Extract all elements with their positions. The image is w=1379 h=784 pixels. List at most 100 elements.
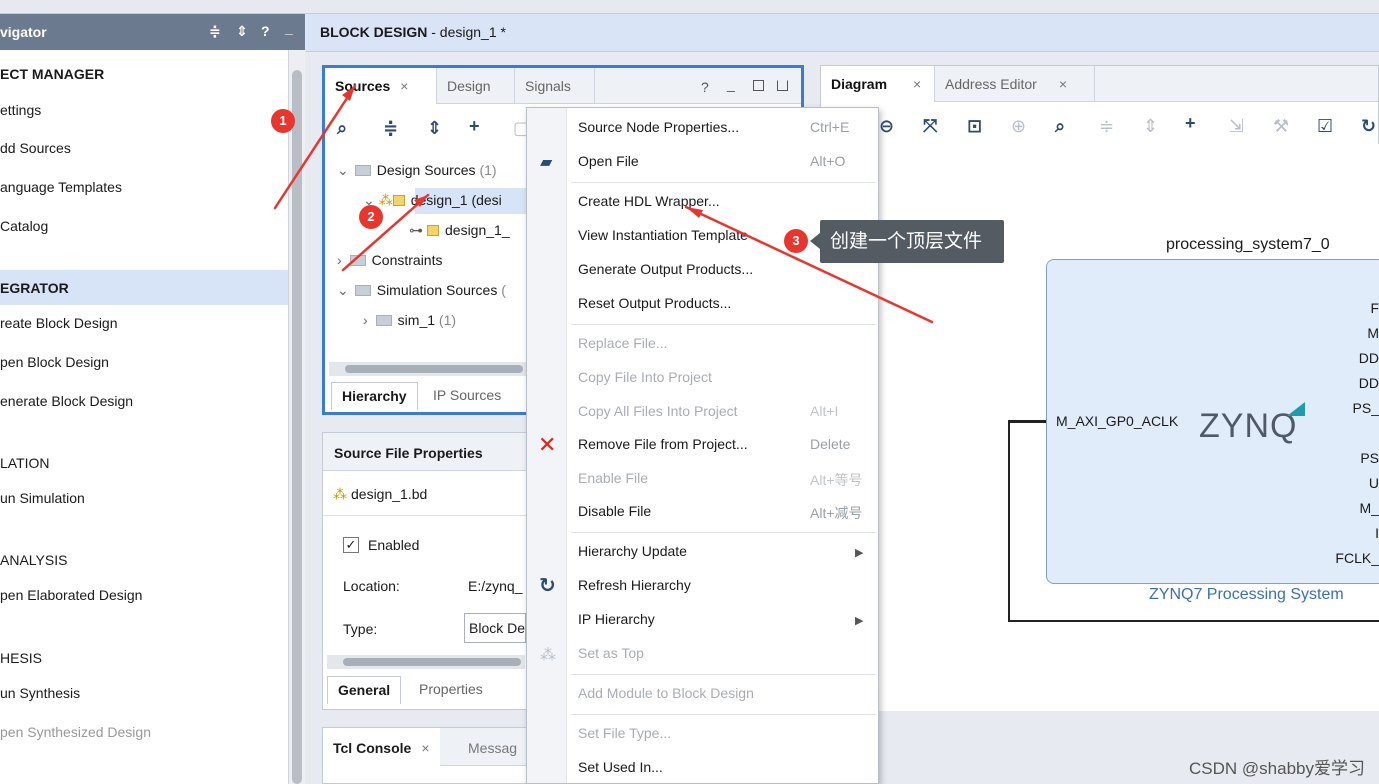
navigator-scrollbar[interactable]	[288, 50, 305, 784]
enabled-checkbox[interactable]: ✓	[343, 537, 359, 553]
add-icon[interactable]: +	[469, 116, 480, 137]
nav-item-open-block-design[interactable]: pen Block Design	[0, 354, 109, 370]
nav-item-add-sources[interactable]: dd Sources	[0, 140, 71, 156]
collapse-all-icon[interactable]: ≑	[383, 118, 398, 139]
tree-design-1[interactable]: ⌄ ⁂ design_1 (desi	[363, 192, 502, 209]
nav-item-create-block-design[interactable]: reate Block Design	[0, 315, 118, 331]
close-icon[interactable]: ×	[1059, 76, 1067, 92]
wrench-icon[interactable]: ⚒	[1273, 116, 1289, 137]
nav-item-open-synthesized-design[interactable]: pen Synthesized Design	[0, 724, 151, 740]
menu-item-set-file-type[interactable]: Set File Type...	[578, 725, 671, 741]
collapse-icon[interactable]: ≑	[209, 23, 221, 40]
port-right[interactable]: DD	[1359, 375, 1379, 391]
type-select[interactable]: Block De	[464, 613, 526, 643]
search-icon[interactable]: ⌕	[1055, 116, 1065, 137]
menu-item-open-file[interactable]: Open File	[578, 153, 639, 169]
port-m-axi-gp0-aclk[interactable]: M_AXI_GP0_ACLK	[1056, 413, 1178, 429]
tree-constraints[interactable]: › Constraints	[337, 252, 442, 268]
port-right[interactable]: PS	[1360, 450, 1379, 466]
tab-signals[interactable]: Signals	[515, 68, 595, 104]
nav-section-synthesis[interactable]: HESIS	[0, 650, 42, 666]
minimize-icon[interactable]: _	[727, 76, 735, 92]
menu-item-create-hdl-wrapper[interactable]: Create HDL Wrapper...	[578, 193, 720, 209]
nav-section-project-manager[interactable]: ECT MANAGER	[0, 66, 104, 82]
tab-properties[interactable]: Properties	[409, 676, 493, 704]
menu-item-ip-hierarchy[interactable]: IP Hierarchy	[578, 611, 655, 627]
help-icon[interactable]: ?	[701, 79, 709, 95]
tab-sources[interactable]: Sources ×	[325, 68, 437, 104]
tab-hierarchy[interactable]: Hierarchy	[331, 382, 418, 410]
menu-item-copy-all-files-into-project[interactable]: Copy All Files Into Project	[578, 403, 738, 419]
close-icon[interactable]: ×	[400, 78, 408, 94]
nav-item-run-simulation[interactable]: un Simulation	[0, 490, 85, 506]
port-right[interactable]: I	[1375, 525, 1379, 541]
tab-design[interactable]: Design	[437, 68, 515, 104]
nav-item-ip-catalog[interactable]: Catalog	[0, 218, 48, 234]
refresh-icon[interactable]: ↻	[1361, 116, 1376, 137]
tree-design-sources[interactable]: ⌄ Design Sources (1)	[337, 162, 497, 179]
search-icon[interactable]: ⌕	[337, 118, 347, 139]
port-right[interactable]: M_	[1360, 500, 1379, 516]
port-right[interactable]: DD	[1359, 350, 1379, 366]
help-icon[interactable]: ?	[261, 23, 270, 39]
menu-item-view-instantiation-template[interactable]: View Instantiation Template	[578, 227, 748, 243]
close-icon[interactable]: ×	[421, 740, 429, 756]
scroll-thumb[interactable]	[345, 365, 523, 373]
port-right[interactable]: PS_	[1353, 400, 1379, 416]
menu-item-source-node-properties[interactable]: Source Node Properties...	[578, 119, 739, 135]
expand-all-icon[interactable]: ⇕	[427, 118, 442, 139]
validate-icon[interactable]: ☑	[1317, 116, 1333, 137]
nav-section-ip-integrator[interactable]: EGRATOR	[0, 280, 69, 296]
port-right[interactable]: F	[1370, 300, 1379, 316]
zoom-fit-icon[interactable]: ⤧	[923, 116, 937, 137]
menu-item-copy-file-into-project[interactable]: Copy File Into Project	[578, 369, 712, 385]
target-icon[interactable]: ⊕	[1011, 116, 1026, 137]
tab-general[interactable]: General	[327, 676, 402, 704]
tab-diagram[interactable]: Diagram ×	[821, 66, 935, 102]
float-icon[interactable]	[777, 80, 788, 91]
tree-design-1-wrapper[interactable]: ⊶ design_1_	[409, 222, 510, 239]
tab-tcl-console[interactable]: Tcl Console ×	[323, 728, 440, 766]
expand-all-icon[interactable]: ⇕	[1143, 116, 1158, 137]
collapse-all-icon[interactable]: ≑	[1099, 116, 1114, 137]
nav-section-rtl-analysis[interactable]: ANALYSIS	[0, 552, 67, 568]
zoom-out-icon[interactable]: ⊖	[879, 116, 894, 137]
add-ip-icon[interactable]: +	[1185, 113, 1196, 134]
maximize-icon[interactable]	[753, 80, 764, 91]
tree-sim-1[interactable]: › sim_1 (1)	[363, 312, 456, 328]
zynq-processing-system-block[interactable]: M_AXI_GP0_ACLK ZYNQ	[1046, 259, 1379, 584]
tab-messages[interactable]: Messag	[468, 728, 517, 768]
nav-section-simulation[interactable]: LATION	[0, 455, 50, 471]
port-right[interactable]: FCLK_	[1335, 550, 1379, 566]
sources-hscrollbar[interactable]	[329, 362, 527, 376]
zoom-area-icon[interactable]: ⊡	[967, 116, 982, 137]
menu-item-refresh-hierarchy[interactable]: Refresh Hierarchy	[578, 577, 691, 593]
nav-item-open-elaborated-design[interactable]: pen Elaborated Design	[0, 587, 142, 603]
nav-item-settings[interactable]: ettings	[0, 102, 41, 118]
menu-item-replace-file[interactable]: Replace File...	[578, 335, 667, 351]
nav-item-language-templates[interactable]: anguage Templates	[0, 179, 122, 195]
menu-item-generate-output-products[interactable]: Generate Output Products...	[578, 261, 753, 277]
tab-address-editor[interactable]: Address Editor ×	[935, 66, 1095, 102]
tab-ip-sources[interactable]: IP Sources	[423, 382, 511, 410]
minimize-icon[interactable]: _	[285, 20, 293, 36]
menu-item-set-used-in[interactable]: Set Used In...	[578, 759, 663, 775]
port-right[interactable]: M	[1367, 325, 1379, 341]
connect-icon[interactable]: ⇲	[1229, 116, 1244, 137]
menu-item-set-as-top[interactable]: Set as Top	[578, 645, 644, 661]
menu-item-remove-file-from-project[interactable]: Remove File from Project...	[578, 436, 748, 452]
navigator-scroll-thumb[interactable]	[292, 70, 302, 784]
menu-item-enable-file[interactable]: Enable File	[578, 470, 648, 486]
properties-hscrollbar[interactable]	[327, 655, 525, 669]
tree-simulation-sources[interactable]: ⌄ Simulation Sources (	[337, 282, 506, 299]
scroll-thumb[interactable]	[343, 658, 521, 666]
menu-item-reset-output-products[interactable]: Reset Output Products...	[578, 295, 731, 311]
nav-item-run-synthesis[interactable]: un Synthesis	[0, 685, 80, 701]
expand-icon[interactable]: ⇕	[236, 23, 248, 40]
port-right[interactable]: U	[1369, 475, 1379, 491]
menu-item-disable-file[interactable]: Disable File	[578, 503, 651, 519]
nav-item-generate-block-design[interactable]: enerate Block Design	[0, 393, 133, 409]
menu-item-add-module-to-block-design[interactable]: Add Module to Block Design	[578, 685, 754, 701]
menu-item-hierarchy-update[interactable]: Hierarchy Update	[578, 543, 687, 559]
close-icon[interactable]: ×	[913, 76, 921, 92]
